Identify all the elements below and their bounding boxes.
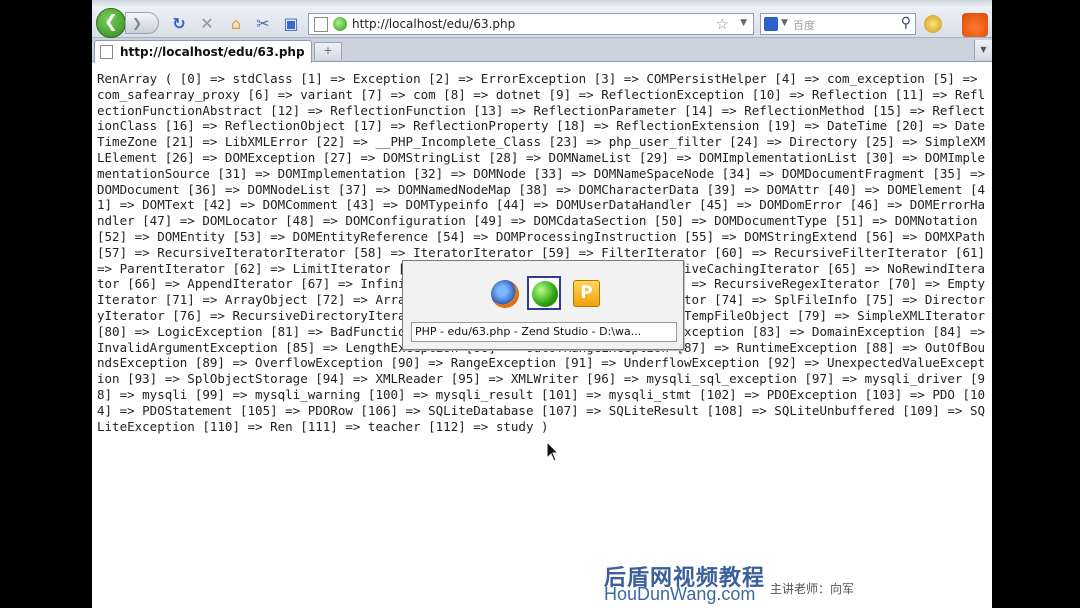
- firefox-extension-icon[interactable]: [962, 13, 988, 37]
- globe-icon: [333, 17, 347, 31]
- url-text[interactable]: http://localhost/edu/63.php: [352, 17, 515, 31]
- green-app-icon[interactable]: [527, 276, 561, 310]
- switcher-window-title: PHP - edu/63.php - Zend Studio - D:\wa..…: [411, 322, 677, 342]
- address-bar[interactable]: http://localhost/edu/63.php ☆ ▼: [308, 13, 754, 35]
- reload-icon[interactable]: ↻: [170, 15, 188, 33]
- url-dropdown-icon[interactable]: ▼: [740, 18, 747, 28]
- cut-icon[interactable]: ✂: [254, 15, 272, 33]
- addon-gear-icon[interactable]: [924, 15, 942, 33]
- browser-window: ❮ ❯ ↻ ✕ ⌂ ✂ ▣ http://localhost/edu/63.ph…: [92, 0, 992, 608]
- search-box[interactable]: ▼ 百度 ⚲: [760, 13, 916, 35]
- search-icon[interactable]: ⚲: [901, 15, 911, 31]
- navigation-toolbar: ❮ ❯ ↻ ✕ ⌂ ✂ ▣ http://localhost/edu/63.ph…: [92, 6, 992, 38]
- watermark-teacher: 主讲老师：向军: [770, 582, 855, 596]
- tab-page-icon: [100, 45, 113, 59]
- forward-icon[interactable]: ❯: [125, 12, 159, 34]
- search-engine-icon[interactable]: [764, 17, 778, 31]
- page-icon: [314, 17, 328, 32]
- p-app-icon[interactable]: P: [569, 276, 603, 310]
- bookmark-star-icon[interactable]: ☆: [716, 15, 729, 33]
- watermark-site: HouDunWang.com: [604, 584, 756, 604]
- search-placeholder: 百度: [793, 19, 815, 32]
- php-output-text: RenArray ( [0] => stdClass [1] => Except…: [97, 71, 986, 434]
- tab-title: http://localhost/edu/63.php: [120, 45, 305, 59]
- back-icon[interactable]: ❮: [96, 8, 126, 38]
- new-tab-button[interactable]: +: [314, 42, 342, 60]
- tab-list-icon[interactable]: ▼: [974, 40, 992, 60]
- firefox-icon[interactable]: [487, 276, 521, 310]
- home-icon[interactable]: ⌂: [227, 15, 245, 33]
- tab-63-php[interactable]: http://localhost/edu/63.php: [94, 40, 312, 63]
- task-switcher: P PHP - edu/63.php - Zend Studio - D:\wa…: [402, 260, 684, 350]
- engine-dropdown-icon[interactable]: ▼: [781, 18, 788, 28]
- stop-icon[interactable]: ✕: [198, 15, 216, 33]
- screenshot-icon[interactable]: ▣: [282, 15, 300, 33]
- tab-strip: http://localhost/edu/63.php + ▼: [92, 38, 992, 63]
